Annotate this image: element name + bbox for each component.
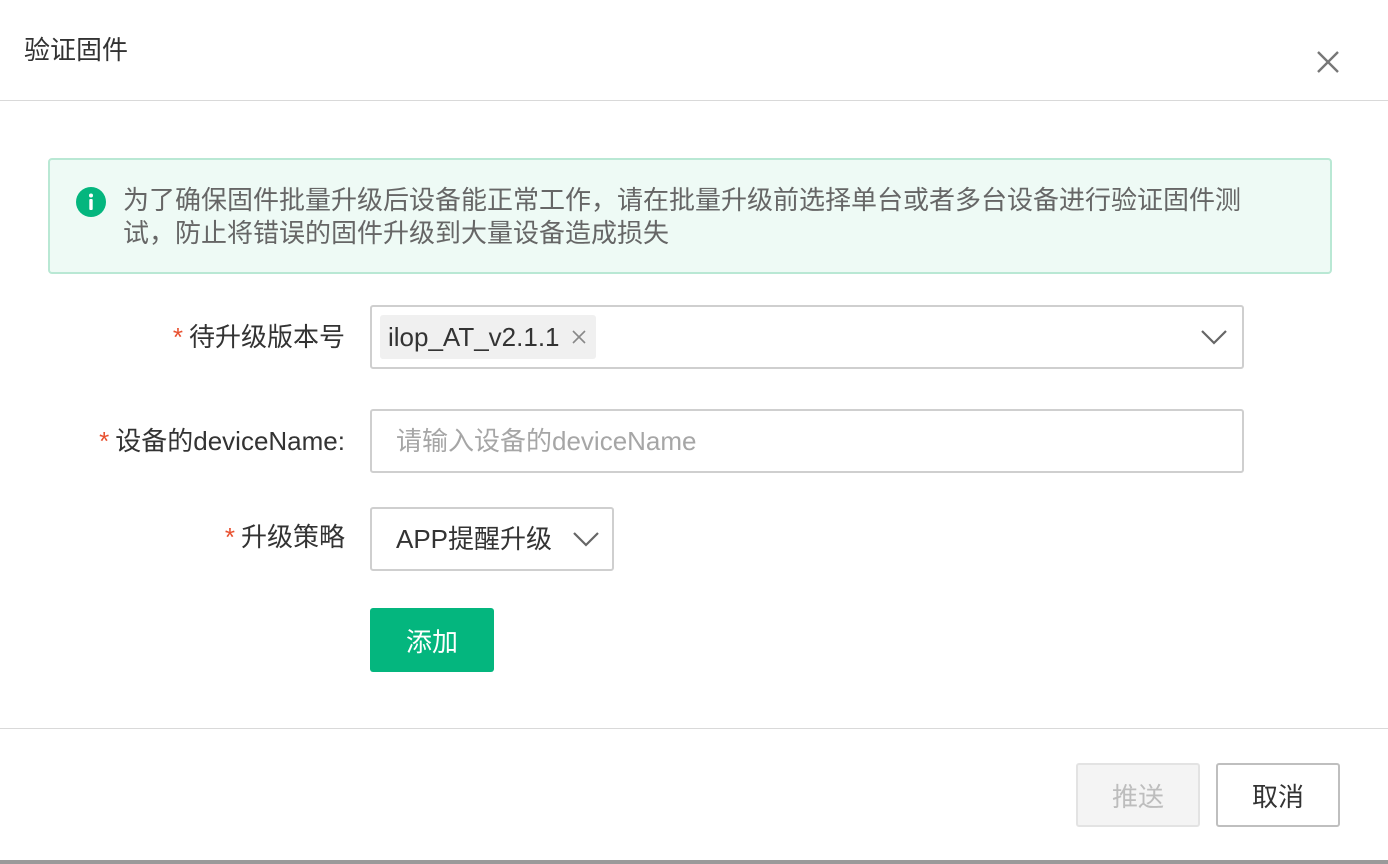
form-row-device: * 设备的deviceName: <box>0 409 1388 473</box>
dialog-header: 验证固件 <box>0 0 1388 101</box>
device-label: 设备的deviceName: <box>115 426 345 456</box>
chevron-down-icon <box>1201 330 1227 345</box>
strategy-select[interactable]: APP提醒升级 <box>370 507 614 571</box>
bottom-edge <box>0 860 1388 864</box>
version-label-wrap: * 待升级版本号 <box>173 317 345 357</box>
form-row-strategy: * 升级策略 APP提醒升级 <box>0 505 1388 571</box>
alert-message: 为了确保固件批量升级后设备能正常工作，请在批量升级前选择单台或者多台设备进行验证… <box>123 185 1242 248</box>
push-button[interactable]: 推送 <box>1076 763 1200 827</box>
chevron-down-icon <box>573 532 599 547</box>
close-button[interactable] <box>1310 44 1346 80</box>
add-button[interactable]: 添加 <box>370 608 494 672</box>
required-mark: * <box>224 522 235 552</box>
device-label-wrap: * 设备的deviceName: <box>99 421 345 461</box>
version-label: 待升级版本号 <box>188 322 345 352</box>
version-tag-label: ilop_AT_v2.1.1 <box>388 322 560 352</box>
version-select[interactable]: ilop_AT_v2.1.1 <box>370 305 1244 369</box>
dialog-title: 验证固件 <box>24 35 129 65</box>
version-tag: ilop_AT_v2.1.1 <box>380 315 596 359</box>
strategy-value: APP提醒升级 <box>396 524 553 554</box>
strategy-label-wrap: * 升级策略 <box>225 517 345 557</box>
device-name-input[interactable] <box>370 409 1244 473</box>
required-mark: * <box>172 322 183 352</box>
verify-firmware-dialog: 验证固件 为了确保固件批量升级后设备能正常工作，请在批量升级前选择单台或者多台设… <box>0 0 1388 864</box>
info-alert: 为了确保固件批量升级后设备能正常工作，请在批量升级前选择单台或者多台设备进行验证… <box>48 158 1332 274</box>
strategy-label: 升级策略 <box>240 522 345 552</box>
dialog-footer: 推送 取消 <box>0 728 1388 860</box>
close-icon <box>1317 51 1339 73</box>
tag-remove-icon[interactable] <box>570 328 588 346</box>
form-row-version: * 待升级版本号 ilop_AT_v2.1.1 <box>0 305 1388 369</box>
cancel-button[interactable]: 取消 <box>1216 763 1340 827</box>
required-mark: * <box>99 426 110 456</box>
info-icon <box>76 187 106 217</box>
